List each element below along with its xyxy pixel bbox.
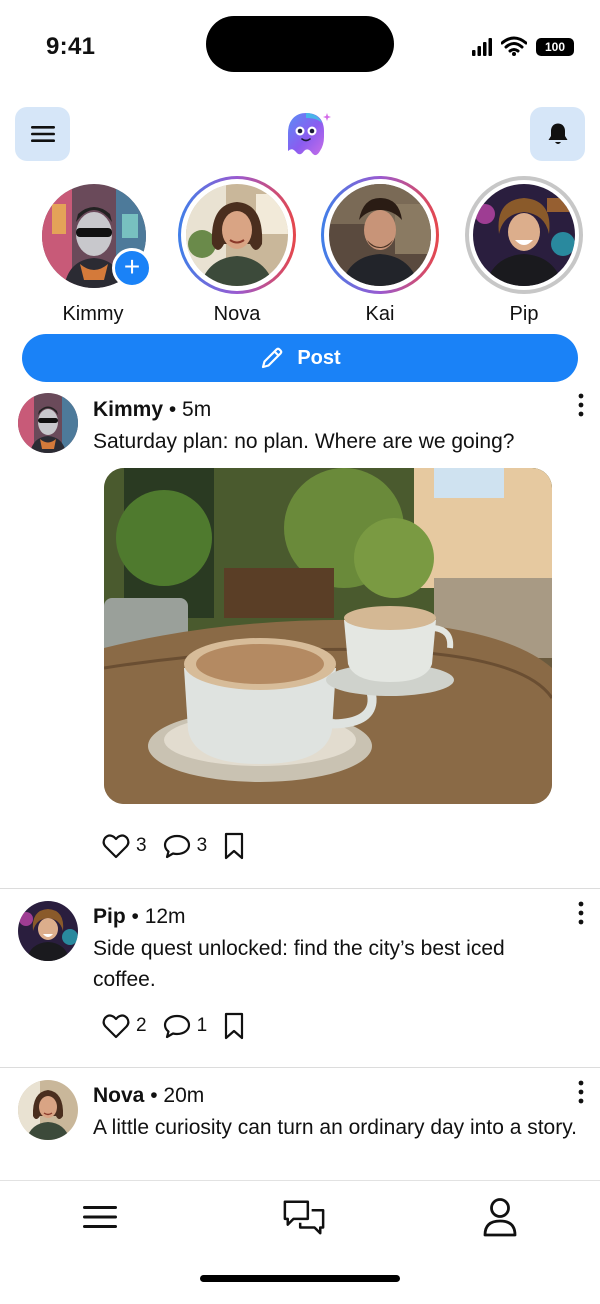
bookmark-icon (225, 1012, 244, 1040)
avatar[interactable] (18, 1080, 78, 1140)
avatar (186, 184, 288, 286)
post-author[interactable]: Pip (93, 905, 126, 928)
nav-profile-button[interactable] (478, 1197, 522, 1237)
bookmark-button[interactable] (223, 1012, 245, 1040)
comment-icon (163, 1014, 190, 1039)
post-actions: 2 1 (102, 1012, 261, 1040)
avatar[interactable] (18, 393, 78, 453)
status-bar: 9:41 100 (0, 0, 600, 90)
avatar-kai-image (329, 184, 431, 286)
comment-button[interactable]: 3 (163, 833, 208, 859)
feed-divider (0, 1067, 600, 1068)
story-avatar-ring (321, 176, 439, 294)
post-button-label: Post (297, 346, 341, 369)
ghost-mascot-logo (288, 113, 331, 156)
like-count: 3 (136, 835, 147, 856)
post-author[interactable]: Kimmy (93, 398, 163, 421)
avatar (473, 184, 575, 286)
nav-messages-button[interactable] (282, 1197, 326, 1237)
story-nova[interactable]: Nova (177, 176, 297, 326)
comment-count: 3 (196, 835, 208, 856)
story-kai[interactable]: Kai (320, 176, 440, 326)
comment-icon (163, 834, 190, 859)
avatar-kimmy-image (18, 393, 78, 453)
comment-count: 1 (196, 1015, 208, 1036)
story-avatar-ring: + (34, 176, 152, 294)
post-time: • 20m (150, 1084, 205, 1107)
post-actions: 3 3 (102, 832, 261, 860)
home-indicator (200, 1275, 400, 1282)
avatar-pip-image (473, 184, 575, 286)
post-button[interactable]: Post (22, 334, 578, 382)
add-story-button[interactable]: + (112, 248, 152, 288)
avatar (329, 184, 431, 286)
chat-bubbles-icon (283, 1200, 325, 1235)
bottom-navigation (0, 1180, 600, 1304)
more-options-icon[interactable] (571, 392, 591, 418)
notifications-button[interactable] (530, 107, 585, 161)
cellular-signal-icon (472, 38, 492, 56)
like-count: 2 (136, 1015, 147, 1036)
wifi-icon (501, 36, 527, 56)
post-time: • 5m (168, 398, 212, 421)
story-avatar-ring (465, 176, 583, 294)
status-time: 9:41 (46, 33, 96, 60)
stories-row: + Kimmy Nova Kai Pip (0, 176, 600, 326)
story-avatar-ring (178, 176, 296, 294)
nav-feed-button[interactable] (78, 1197, 122, 1237)
story-pip[interactable]: Pip (464, 176, 584, 326)
bell-icon (548, 123, 567, 144)
avatar-nova-image (186, 184, 288, 286)
post-image[interactable] (104, 468, 552, 804)
more-options-icon[interactable] (571, 900, 591, 926)
story-name: Kai (365, 303, 395, 325)
heart-icon (102, 834, 130, 859)
comment-button[interactable]: 1 (163, 1013, 208, 1039)
avatar-pip-image (18, 901, 78, 961)
story-name: Pip (509, 303, 539, 325)
menu-lines-icon (83, 1206, 117, 1228)
coffee-cafe-photo (104, 468, 552, 804)
more-options-icon[interactable] (571, 1079, 591, 1105)
like-button[interactable]: 3 (102, 833, 147, 859)
post-time: • 12m (131, 905, 186, 928)
story-name: Kimmy (62, 303, 124, 325)
bookmark-button[interactable] (223, 832, 245, 860)
feed-divider (0, 888, 600, 889)
menu-button[interactable] (15, 107, 70, 161)
dynamic-island (206, 16, 394, 72)
post-author[interactable]: Nova (93, 1084, 144, 1107)
post-meta: Nova • 20m (93, 1084, 204, 1108)
battery-indicator: 100 (536, 38, 574, 56)
post-meta: Pip • 12m (93, 905, 186, 929)
avatar-nova-image (18, 1080, 78, 1140)
post-text: Side quest unlocked: find the city’s bes… (93, 937, 505, 991)
post-text: Saturday plan: no plan. Where are we goi… (93, 430, 515, 453)
like-button[interactable]: 2 (102, 1013, 147, 1039)
post-meta: Kimmy • 5m (93, 398, 211, 422)
person-icon (483, 1198, 517, 1237)
story-name: Nova (213, 303, 261, 325)
heart-icon (102, 1014, 130, 1039)
pencil-icon (262, 347, 283, 369)
bookmark-icon (225, 832, 244, 860)
hamburger-icon (30, 126, 55, 142)
post-text: A little curiosity can turn an ordinary … (93, 1116, 578, 1139)
story-kimmy[interactable]: + Kimmy (33, 176, 153, 326)
avatar[interactable] (18, 901, 78, 961)
